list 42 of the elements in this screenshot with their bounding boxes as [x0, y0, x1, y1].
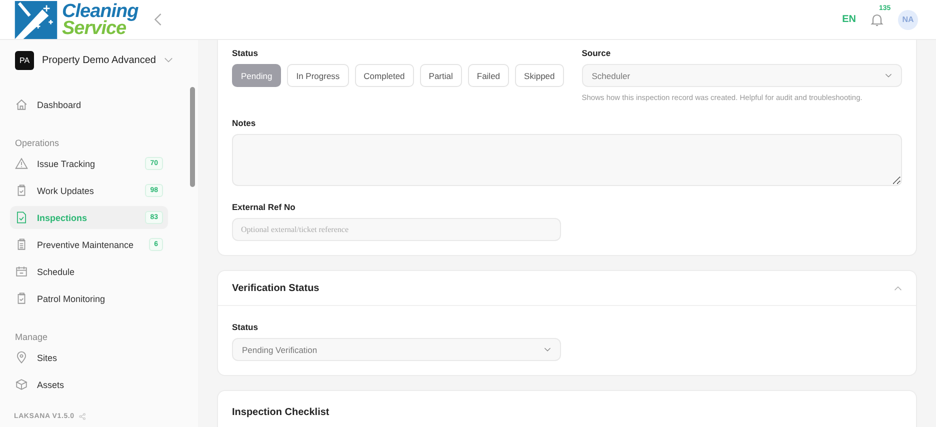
status-option[interactable]: Partial — [420, 64, 462, 87]
clipboard-icon — [15, 184, 28, 197]
field-label: Status — [232, 48, 259, 58]
card-title: Verification Status — [232, 282, 320, 294]
home-icon — [15, 98, 28, 111]
box-icon — [15, 378, 28, 391]
document-icon — [15, 211, 28, 224]
status-option[interactable]: Skipped — [515, 64, 564, 87]
chevron-up-icon[interactable] — [894, 286, 902, 290]
status-option[interactable]: In Progress — [287, 64, 349, 87]
field-label: Notes — [232, 118, 257, 128]
status-option[interactable]: Failed — [468, 64, 510, 87]
chevron-down-icon — [164, 57, 173, 63]
notification-bell-icon[interactable] — [870, 12, 884, 26]
card-title: Inspection Checklist — [232, 407, 330, 418]
nav-item[interactable]: Schedule — [10, 260, 168, 283]
pin-icon — [15, 351, 28, 364]
chevron-down-icon — [544, 347, 551, 352]
clipboard-icon — [15, 292, 28, 305]
nav-item[interactable]: Patrol Monitoring — [10, 287, 168, 310]
share-icon[interactable] — [79, 412, 86, 420]
field-label: Status — [232, 322, 259, 332]
logo-text: Cleaning — [62, 2, 138, 20]
field-label: External Ref No — [232, 202, 296, 212]
section-heading: Manage — [15, 332, 49, 342]
section-heading: Operations — [15, 138, 60, 148]
nav-item[interactable]: Sites — [10, 346, 168, 369]
nav-item[interactable]: Dashboard — [10, 93, 168, 116]
nav-item[interactable]: Assets — [10, 373, 168, 396]
external-ref-field[interactable]: Optional external/ticket reference — [232, 218, 561, 241]
verification-status-select[interactable]: Pending Verification — [232, 338, 561, 361]
calendar-icon — [15, 265, 28, 278]
list-icon — [15, 238, 28, 251]
source-select[interactable]: Scheduler — [582, 64, 902, 87]
notes-field[interactable] — [232, 134, 902, 186]
status-option[interactable]: Completed — [354, 64, 414, 87]
logo-text: Service — [62, 20, 126, 36]
alert-icon — [15, 157, 28, 170]
chevron-down-icon — [885, 73, 892, 78]
collapse-chevron-icon[interactable] — [154, 13, 162, 26]
property-selector[interactable]: PA Property Demo Advanced — [10, 50, 178, 70]
field-label: Source — [582, 48, 612, 58]
